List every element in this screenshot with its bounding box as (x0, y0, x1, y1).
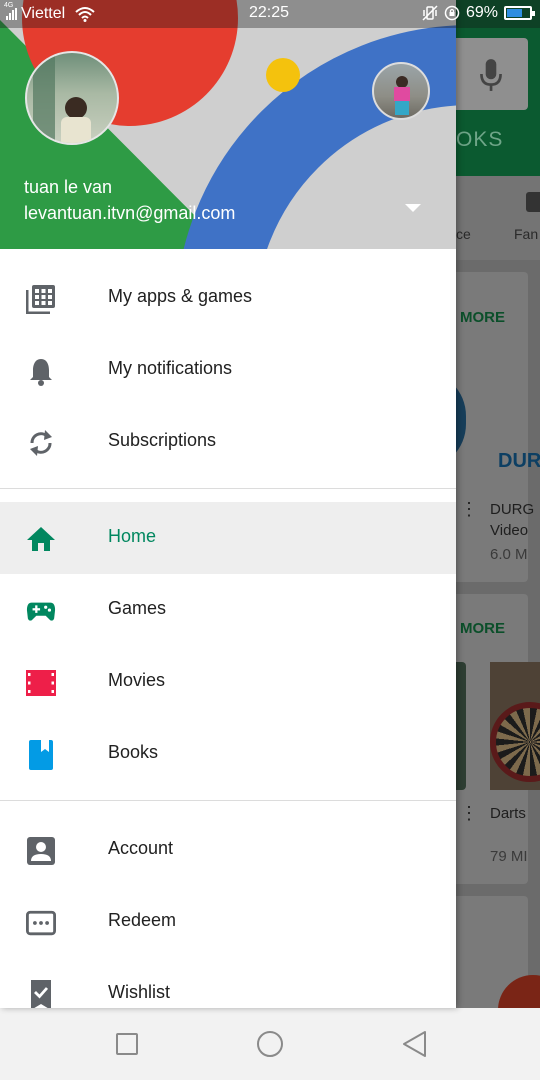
user-email: levantuan.itvn@gmail.com (24, 203, 236, 223)
menu-item-label: My notifications (108, 358, 233, 378)
background-tab-books: OKS (456, 128, 504, 151)
family-icon (526, 192, 540, 212)
more-link: MORE (460, 620, 505, 637)
menu-item-label: Games (108, 598, 167, 618)
user-avatar[interactable] (25, 51, 119, 145)
signal-icon: 4G (4, 2, 17, 20)
menu-item-redeem[interactable]: Redeem (0, 886, 456, 958)
background-app-name: Darts (490, 805, 526, 822)
background-app-subtitle: Video (490, 522, 529, 539)
menu-item-label: Books (108, 742, 159, 762)
background-chip: Fan (514, 226, 539, 242)
account-switcher-dropdown[interactable] (398, 198, 428, 218)
overflow-icon: ⋮ (460, 803, 478, 823)
background-app-size: 79 MI (490, 848, 528, 865)
drawer-header: tuan le van levantuan.itvn@gmail.com (0, 0, 456, 249)
menu-item-label: Subscriptions (108, 430, 217, 450)
menu-item-books[interactable]: Books (0, 718, 456, 790)
menu-item-movies[interactable]: Movies (0, 646, 456, 718)
darts-art (490, 662, 540, 790)
battery-percent: 69% (465, 4, 498, 21)
menu-item-label: Home (108, 526, 157, 546)
more-link: MORE (460, 309, 505, 326)
home-button[interactable] (255, 1029, 285, 1059)
battery-icon (504, 6, 535, 20)
book-icon (26, 740, 56, 770)
menu-item-wishlist[interactable]: Wishlist (0, 958, 456, 1008)
refresh-icon (26, 428, 56, 458)
background-app-name: DURG (490, 501, 535, 518)
network-type-badge: 4G (4, 2, 14, 9)
account-icon (26, 836, 56, 866)
user-name: tuan le van (24, 177, 113, 197)
menu-item-subscriptions[interactable]: Subscriptions (0, 406, 456, 478)
overflow-icon: ⋮ (460, 499, 478, 519)
clock: 22:25 (249, 4, 290, 21)
mic-icon (480, 59, 502, 91)
apps-grid-icon (26, 284, 56, 314)
battery-level (507, 9, 523, 17)
menu-item-my-notifications[interactable]: My notifications (0, 334, 456, 406)
gamepad-icon (26, 596, 56, 626)
home-icon (26, 524, 56, 554)
menu-item-label: Account (108, 838, 174, 858)
carrier-name: Viettel (21, 5, 66, 22)
divider (0, 800, 456, 801)
film-icon (26, 668, 56, 698)
menu-item-label: Movies (108, 670, 166, 690)
bell-icon (26, 356, 56, 386)
status-bar: 4G Viettel 22:25 69% (0, 0, 540, 28)
vibrate-icon (422, 5, 438, 21)
secondary-account-avatar[interactable] (372, 62, 430, 120)
wifi-icon (75, 7, 95, 22)
background-app-size: 6.0 M (490, 546, 528, 563)
navigation-drawer: tuan le van levantuan.itvn@gmail.com My … (0, 0, 456, 1008)
menu-item-account[interactable]: Account (0, 814, 456, 886)
system-navigation-bar (0, 1008, 540, 1080)
dropdown-arrow-icon (405, 204, 421, 212)
back-button[interactable] (400, 1029, 430, 1059)
background-app-logo-text: DUR (498, 450, 540, 472)
menu-item-games[interactable]: Games (0, 574, 456, 646)
redeem-icon (26, 908, 56, 938)
divider (0, 488, 456, 489)
menu-item-label: Wishlist (108, 982, 170, 1002)
recents-button[interactable] (112, 1029, 142, 1059)
menu-item-my-apps-games[interactable]: My apps & games (0, 262, 456, 334)
menu-item-label: Redeem (108, 910, 177, 930)
menu-item-home[interactable]: Home (0, 502, 456, 574)
rotation-lock-icon (444, 5, 460, 21)
menu-item-label: My apps & games (108, 286, 253, 306)
wishlist-icon (26, 980, 56, 1008)
background-chip: ce (456, 226, 471, 242)
